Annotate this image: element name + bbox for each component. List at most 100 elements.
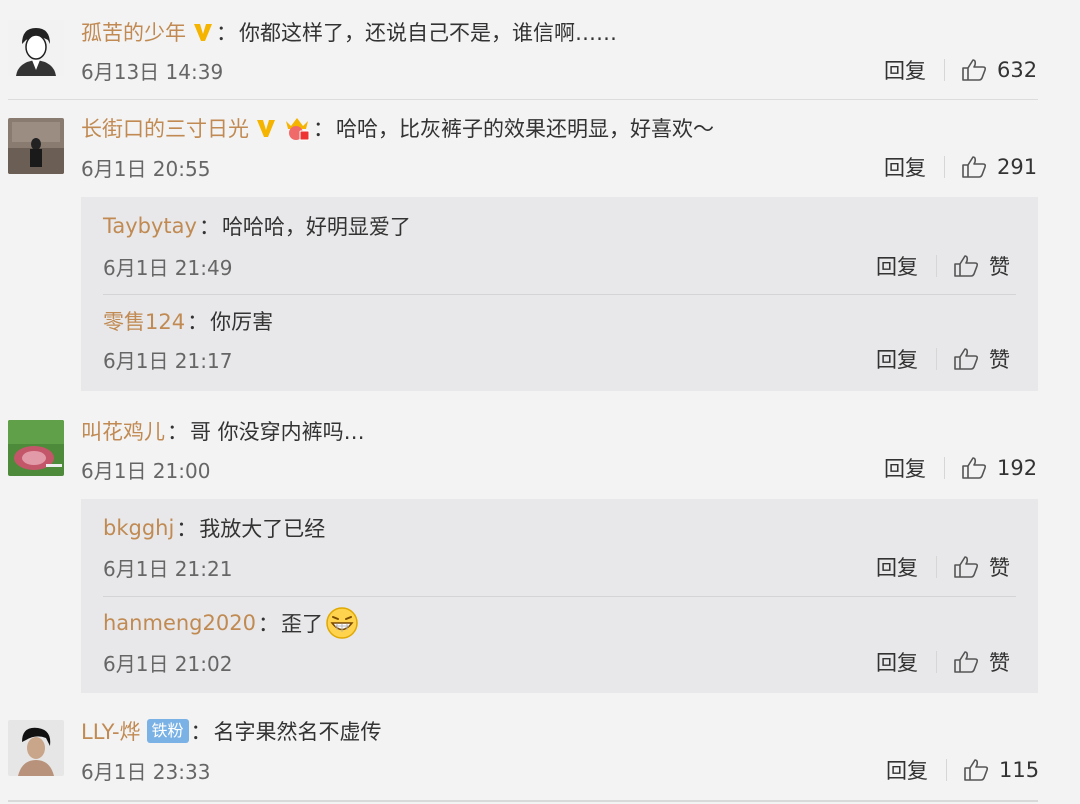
subreply-text: 你厉害 xyxy=(210,310,274,334)
like-button[interactable]: 赞 xyxy=(953,344,1010,374)
like-button[interactable]: 赞 xyxy=(953,552,1010,582)
separator xyxy=(944,457,945,479)
reply-button[interactable]: 回复 xyxy=(884,453,926,483)
subreply-item: hanmeng2020 ： 歪了 6月1日 21:02 回复 赞 xyxy=(81,597,1038,693)
comment-text: 名字果然名不虚传 xyxy=(213,720,382,744)
thumbs-up-icon xyxy=(962,457,987,479)
username[interactable]: 叫花鸡儿 xyxy=(81,416,165,446)
separator xyxy=(944,59,945,81)
separator xyxy=(936,556,937,578)
subreply-time: 6月1日 21:02 xyxy=(103,651,233,676)
subreply-text: 歪了 xyxy=(280,612,323,636)
username[interactable]: 孤苦的少年 xyxy=(81,17,186,47)
separator xyxy=(944,156,945,178)
comment-line: 叫花鸡儿 ： 哥 你没穿内裤吗… xyxy=(81,413,365,449)
subreply-text: 哈哈哈，好明显爱了 xyxy=(221,215,411,239)
comment-text: 你都这样了，还说自己不是，谁信啊…… xyxy=(239,21,617,45)
bottom-border xyxy=(8,800,1038,802)
separator xyxy=(936,255,937,277)
thumbs-up-icon xyxy=(962,156,987,178)
avatar[interactable] xyxy=(8,420,64,476)
comment-time: 6月1日 20:55 xyxy=(81,156,211,181)
thumbs-up-icon xyxy=(964,759,989,781)
thumbs-up-icon xyxy=(954,651,979,673)
avatar[interactable] xyxy=(8,720,64,776)
subreply-actions: 回复 赞 xyxy=(876,645,1010,679)
comment-text: 哈哈，比灰裤子的效果还明显，好喜欢～ xyxy=(336,117,714,141)
subreply-time: 6月1日 21:17 xyxy=(103,348,233,373)
comment-line: LLY-烨 铁粉 ： 名字果然名不虚传 xyxy=(81,713,382,749)
separator xyxy=(946,759,947,781)
thumbs-up-icon xyxy=(954,348,979,370)
username[interactable]: bkgghj xyxy=(103,516,174,540)
username[interactable]: Taybytay xyxy=(103,214,197,238)
separator xyxy=(936,348,937,370)
comment-item: LLY-烨 铁粉 ： 名字果然名不虚传 6月1日 23:33 回复 115 xyxy=(0,700,1080,800)
subreply-box: Taybytay ： 哈哈哈，好明显爱了 6月1日 21:49 回复 赞 零售1… xyxy=(81,197,1038,391)
like-count: 192 xyxy=(997,456,1038,480)
reply-button[interactable]: 回复 xyxy=(876,552,918,582)
like-label: 赞 xyxy=(989,348,1010,372)
username[interactable]: 长街口的三寸日光 xyxy=(81,113,249,143)
reply-button[interactable]: 回复 xyxy=(876,251,918,281)
reply-button[interactable]: 回复 xyxy=(886,755,928,785)
reply-button[interactable]: 回复 xyxy=(884,152,926,182)
subreply-time: 6月1日 21:49 xyxy=(103,255,233,280)
subreply-item: Taybytay ： 哈哈哈，好明显爱了 6月1日 21:49 回复 赞 xyxy=(81,197,1038,295)
comment-time: 6月1日 23:33 xyxy=(81,759,211,784)
subreply-line: hanmeng2020 ： 歪了 xyxy=(103,605,359,641)
thumbs-up-icon xyxy=(962,59,987,81)
comment-line: 长街口的三寸日光 ： 哈哈，比灰裤子的效果还明显，好喜欢～ xyxy=(81,110,714,146)
comment-actions: 回复 291 xyxy=(884,150,1037,184)
comment-actions: 回复 115 xyxy=(886,753,1039,787)
vip-v-icon xyxy=(255,117,277,139)
subreply-item: 零售124 ： 你厉害 6月1日 21:17 回复 赞 xyxy=(81,295,1038,391)
comment-item: 叫花鸡儿 ： 哥 你没穿内裤吗… 6月1日 21:00 回复 192 bkggh… xyxy=(0,398,1080,698)
comment-line: 孤苦的少年 ： 你都这样了，还说自己不是，谁信啊…… xyxy=(81,14,617,50)
like-count: 115 xyxy=(999,758,1040,782)
comment-actions: 回复 632 xyxy=(884,53,1037,87)
subreply-item: bkgghj ： 我放大了已经 6月1日 21:21 回复 赞 xyxy=(81,499,1038,597)
subreply-actions: 回复 赞 xyxy=(876,342,1010,376)
username[interactable]: hanmeng2020 xyxy=(103,611,256,635)
like-button[interactable]: 赞 xyxy=(953,647,1010,677)
like-label: 赞 xyxy=(989,651,1010,675)
subreply-actions: 回复 赞 xyxy=(876,249,1010,283)
like-count: 632 xyxy=(997,58,1038,82)
reply-button[interactable]: 回复 xyxy=(884,55,926,85)
like-button[interactable]: 192 xyxy=(961,456,1037,480)
username[interactable]: 零售124 xyxy=(103,306,185,336)
comment-time: 6月13日 14:39 xyxy=(81,59,224,84)
comment-text: 哥 你没穿内裤吗… xyxy=(190,420,365,444)
fan-badge: 铁粉 xyxy=(146,719,189,743)
reply-button[interactable]: 回复 xyxy=(876,344,918,374)
like-label: 赞 xyxy=(989,556,1010,580)
avatar[interactable] xyxy=(8,118,64,174)
subreply-box: bkgghj ： 我放大了已经 6月1日 21:21 回复 赞 hanmeng2… xyxy=(81,499,1038,693)
like-button[interactable]: 赞 xyxy=(953,251,1010,281)
like-button[interactable]: 632 xyxy=(961,58,1037,82)
username[interactable]: LLY-烨 xyxy=(81,716,141,746)
comment-item: 孤苦的少年 ： 你都这样了，还说自己不是，谁信啊…… 6月13日 14:39 回… xyxy=(0,0,1080,100)
subreply-time: 6月1日 21:21 xyxy=(103,556,233,581)
separator xyxy=(936,651,937,673)
crown-badge-icon xyxy=(283,115,311,141)
thumbs-up-icon xyxy=(954,556,979,578)
subreply-line: Taybytay ： 哈哈哈，好明显爱了 xyxy=(103,208,411,244)
subreply-line: 零售124 ： 你厉害 xyxy=(103,303,273,339)
comment-item: 长街口的三寸日光 ： 哈哈，比灰裤子的效果还明显，好喜欢～ 6月1日 20:55… xyxy=(0,100,1080,392)
thumbs-up-icon xyxy=(954,255,979,277)
grin-emoji-icon xyxy=(325,606,359,640)
comment-time: 6月1日 21:00 xyxy=(81,458,211,483)
subreply-line: bkgghj ： 我放大了已经 xyxy=(103,510,325,546)
like-count: 291 xyxy=(997,155,1038,179)
like-button[interactable]: 115 xyxy=(963,758,1039,782)
like-button[interactable]: 291 xyxy=(961,155,1037,179)
vip-v-icon xyxy=(192,21,214,43)
avatar[interactable] xyxy=(8,20,64,76)
subreply-actions: 回复 赞 xyxy=(876,550,1010,584)
like-label: 赞 xyxy=(989,255,1010,279)
reply-button[interactable]: 回复 xyxy=(876,647,918,677)
comment-actions: 回复 192 xyxy=(884,451,1037,485)
subreply-text: 我放大了已经 xyxy=(199,517,326,541)
